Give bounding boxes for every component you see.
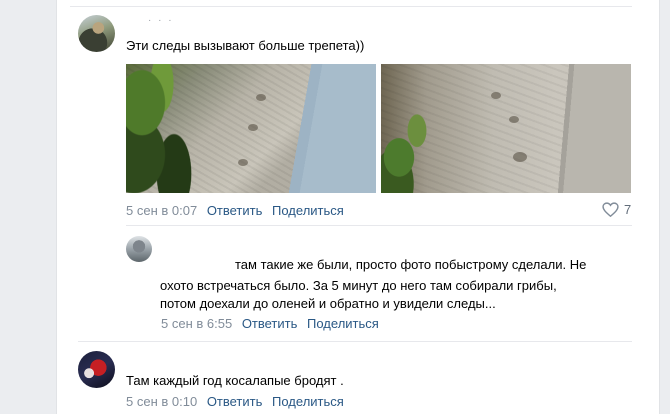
avatar-comment-3[interactable] [78, 351, 115, 388]
paw-print [238, 159, 248, 166]
comment-1-text: Эти следы вызывают больше трепета)) [126, 38, 365, 53]
paw-print [513, 152, 527, 162]
comment-2-text-line-2: охото встречаться было. За 5 минут до не… [160, 278, 557, 293]
comment-2-meta: 5 сен в 6:55 Ответить Поделиться [161, 316, 379, 331]
photo-1-vegetation [126, 64, 206, 193]
like-count: 7 [624, 202, 632, 217]
top-divider [70, 6, 632, 7]
divider [126, 225, 632, 226]
avatar-comment-1[interactable] [78, 15, 115, 52]
avatar-comment-2[interactable] [126, 236, 152, 262]
reply-button[interactable]: Ответить [207, 203, 263, 218]
comment-2-text-line-3: потом доехали до оленей и обратно и увид… [160, 296, 496, 311]
comment-3-text: Там каждый год косалапые бродят . [126, 373, 344, 388]
comment-2-time[interactable]: 5 сен в 6:55 [161, 316, 232, 331]
paw-print [248, 124, 258, 131]
attached-photo-1[interactable] [126, 64, 376, 193]
heart-outline-icon [602, 202, 619, 217]
comment-3-meta: 5 сен в 0:10 Ответить Поделиться [126, 394, 344, 409]
reply-button[interactable]: Ответить [242, 316, 298, 331]
paw-print [509, 116, 519, 123]
comment-3-time[interactable]: 5 сен в 0:10 [126, 394, 197, 409]
share-button[interactable]: Поделиться [272, 203, 344, 218]
reply-button[interactable]: Ответить [207, 394, 263, 409]
like-button[interactable]: 7 [602, 202, 631, 217]
paw-print [491, 92, 501, 99]
share-button[interactable]: Поделиться [272, 394, 344, 409]
author-name-hidden: · · · [148, 15, 174, 26]
comment-2-text-line-1: там такие же были, просто фото побыстром… [235, 257, 587, 272]
divider [78, 341, 632, 342]
share-button[interactable]: Поделиться [307, 316, 379, 331]
comment-1-time[interactable]: 5 сен в 0:07 [126, 203, 197, 218]
comment-1-meta: 5 сен в 0:07 Ответить Поделиться [126, 203, 344, 218]
photo-2-vegetation [381, 104, 441, 193]
paw-print [256, 94, 266, 101]
attached-photo-2[interactable] [381, 64, 631, 193]
